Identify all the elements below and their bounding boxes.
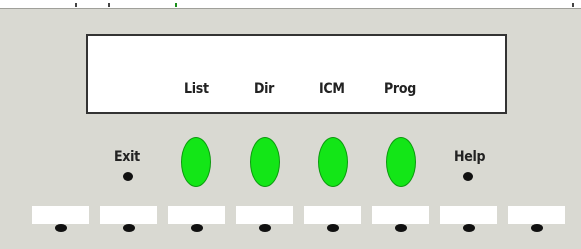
softkey-label-icm: ICM [319,81,345,97]
line-key-7[interactable] [440,206,497,224]
top-tick-mark [75,3,77,7]
line-key-1[interactable] [32,206,89,224]
exit-label: Exit [114,149,140,165]
phone-panel: List Dir ICM Prog Exit Help [0,0,581,249]
help-button[interactable] [463,172,473,181]
line-key-indicator [123,224,135,232]
line-key-indicator [55,224,67,232]
top-tick-mark [572,3,574,7]
line-key-8[interactable] [508,206,565,224]
line-key-indicator [531,224,543,232]
line-key-indicator [259,224,271,232]
display-screen [86,34,507,114]
softkey-label-prog: Prog [384,81,416,97]
line-key-5[interactable] [304,206,361,224]
line-key-2[interactable] [100,206,157,224]
softkey-label-list: List [184,81,209,97]
line-key-6[interactable] [372,206,429,224]
line-key-indicator [327,224,339,232]
line-key-indicator [395,224,407,232]
softkey-button-dir[interactable] [250,137,280,187]
line-key-3[interactable] [168,206,225,224]
top-tick-mark [175,3,177,7]
top-tick-mark [108,3,110,7]
softkey-label-dir: Dir [254,81,275,97]
top-divider [0,8,581,9]
softkey-button-prog[interactable] [386,137,416,187]
softkey-button-list[interactable] [181,137,211,187]
top-strip [0,0,581,8]
line-key-4[interactable] [236,206,293,224]
line-key-indicator [191,224,203,232]
softkey-button-icm[interactable] [318,137,348,187]
exit-button[interactable] [123,172,133,181]
help-label: Help [454,149,486,165]
line-key-indicator [463,224,475,232]
